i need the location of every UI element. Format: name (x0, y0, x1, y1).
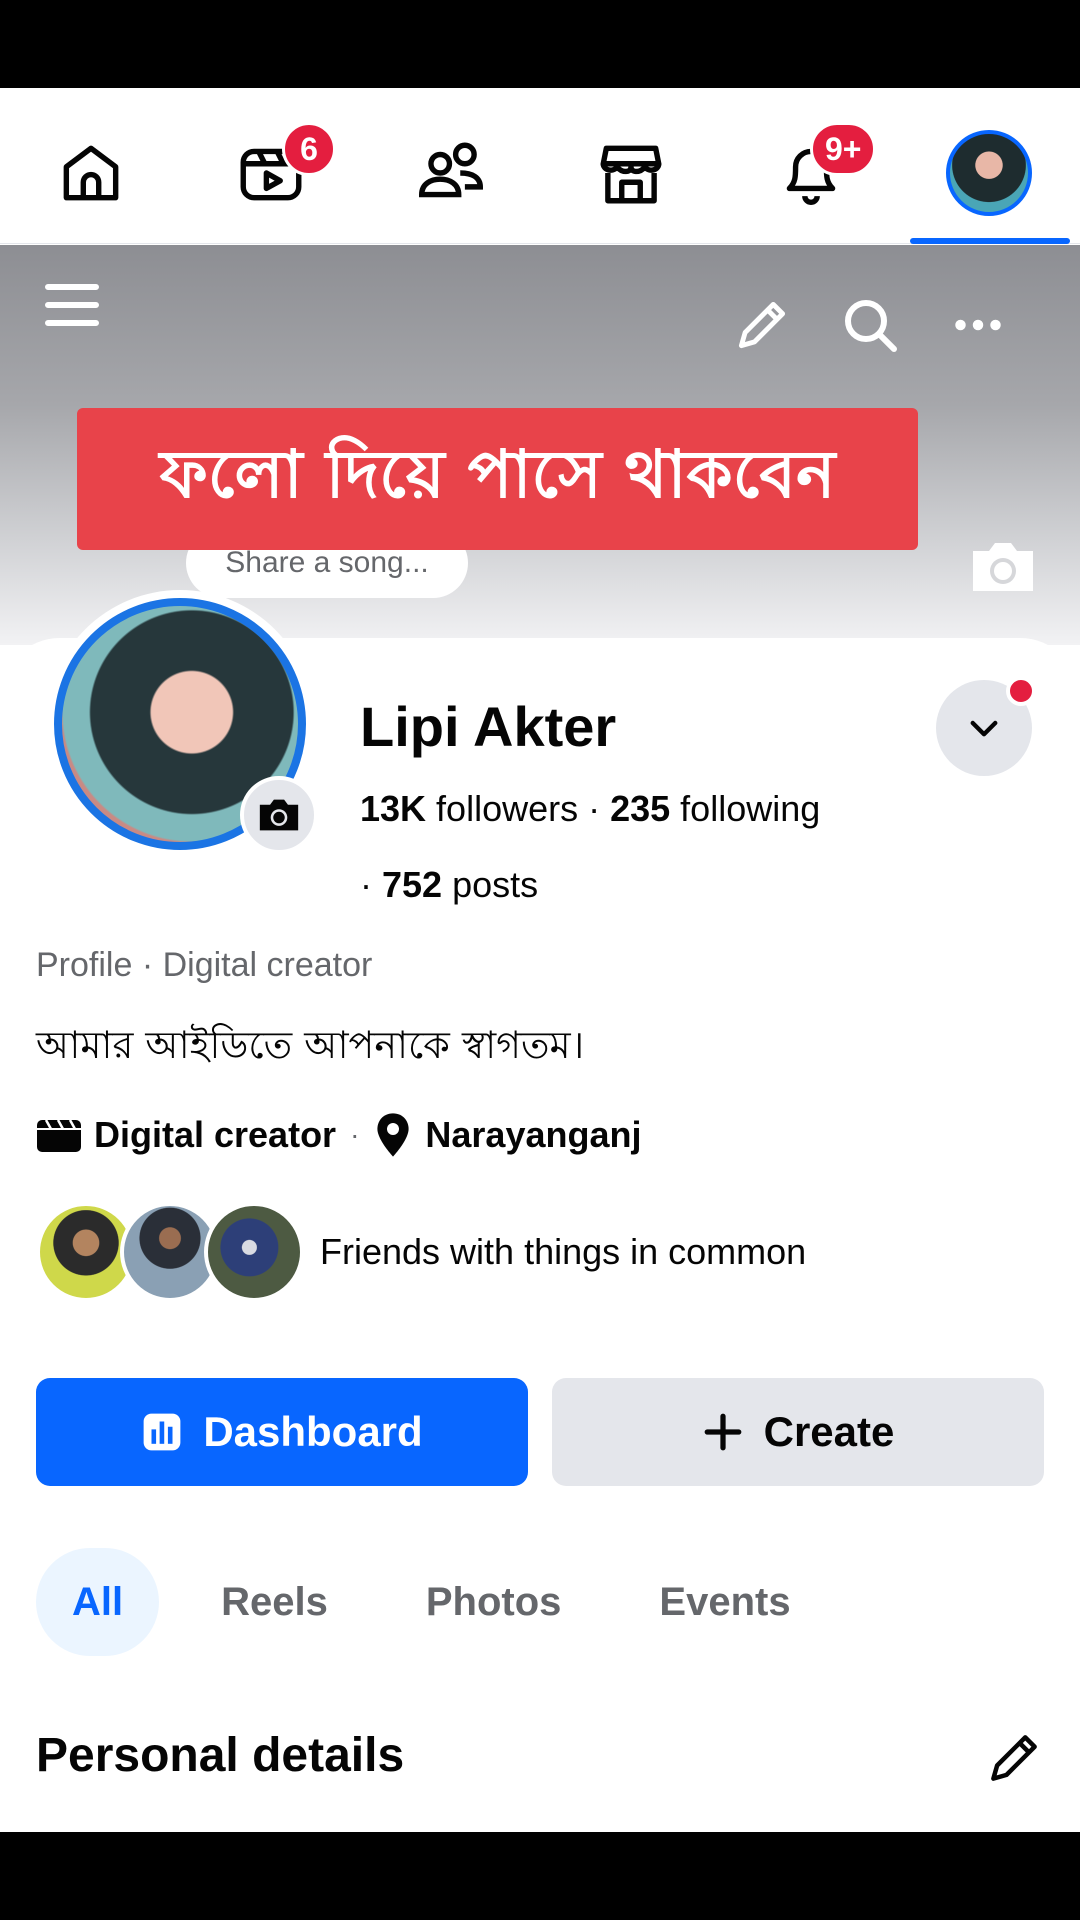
location-label[interactable]: Narayanganj (425, 1114, 641, 1156)
share-song-text: Share a song... (225, 546, 429, 579)
nav-profile[interactable] (944, 128, 1034, 218)
pencil-icon (991, 1735, 1037, 1781)
following-label[interactable]: following (670, 788, 820, 829)
nav-friends[interactable] (406, 128, 496, 218)
camera-icon (259, 799, 299, 831)
nav-notifications[interactable]: 9+ (766, 122, 877, 218)
plus-icon (704, 1413, 741, 1451)
tab-events[interactable]: Events (623, 1548, 826, 1656)
active-tab-indicator (910, 238, 1070, 244)
followers-count[interactable]: 13K (360, 788, 426, 829)
friends-icon (419, 142, 483, 198)
search-icon[interactable] (838, 293, 902, 357)
mutual-friends[interactable]: Friends with things in common (36, 1202, 806, 1302)
clapper-icon (37, 1119, 81, 1152)
marketplace-icon (600, 145, 662, 204)
location-pin-icon (377, 1113, 410, 1157)
profile-tabs: All Reels Photos Events (36, 1548, 853, 1656)
follow-stats: 13K followers · 235 following (360, 788, 820, 830)
profile-info-row: Digital creator · Narayanganj (36, 1110, 642, 1160)
nav-avatar (946, 130, 1032, 216)
posts-prefix: · (360, 864, 382, 905)
tab-all[interactable]: All (36, 1548, 160, 1656)
follow-banner: ফলো দিয়ে পাসে থাকবেন (77, 408, 918, 550)
create-label: Create (763, 1408, 895, 1455)
home-icon (63, 145, 119, 201)
menu-icon[interactable] (40, 273, 104, 337)
profile-category: Profile · Digital creator (36, 946, 373, 984)
profile-bio: আমার আইডিতে আপনাকে স্বাগতম। (36, 1023, 585, 1067)
nav-home[interactable] (46, 128, 136, 218)
dashboard-icon (143, 1413, 181, 1451)
nav-video[interactable]: 6 (226, 122, 336, 218)
followers-label[interactable]: followers · (426, 788, 610, 829)
personal-details-heading: Personal details (36, 1729, 405, 1782)
follow-banner-text: ফলো দিয়ে পাসে থাকবেন (159, 436, 836, 513)
chevron-down-icon (970, 720, 998, 737)
info-separator: · (350, 1119, 360, 1150)
creator-label: Digital creator (94, 1114, 337, 1155)
profile-screen: 6 9+ Share a song... ফলো দিয়ে পাসে থাকব… (0, 88, 1080, 1832)
friends-in-common-text: Friends with things in common (320, 1231, 807, 1272)
top-nav: 6 9+ (0, 88, 1080, 244)
profile-name: Lipi Akter (360, 695, 617, 758)
navigation-bar-area (0, 1832, 1080, 1920)
tab-photos[interactable]: Photos (390, 1548, 598, 1656)
edit-icon[interactable] (732, 295, 792, 355)
posts-label: posts (442, 864, 539, 905)
personal-details-edit-button[interactable] (984, 1728, 1044, 1788)
create-button[interactable]: Create (552, 1378, 1044, 1486)
nav-marketplace[interactable] (586, 128, 676, 218)
dashboard-label: Dashboard (203, 1408, 423, 1455)
profile-camera-button[interactable] (240, 776, 318, 854)
posts-stats: · 752 posts (360, 864, 538, 906)
status-bar-area (0, 0, 1080, 88)
cover-camera-icon[interactable] (967, 536, 1039, 598)
dashboard-button[interactable]: Dashboard (36, 1378, 528, 1486)
posts-count: 752 (382, 864, 443, 905)
notifications-badge: 9+ (810, 122, 877, 176)
options-notification-dot (1006, 676, 1036, 706)
tab-reels[interactable]: Reels (185, 1548, 364, 1656)
following-count[interactable]: 235 (610, 788, 670, 829)
friend-avatar (204, 1202, 304, 1302)
video-badge: 6 (282, 122, 336, 176)
more-icon[interactable] (950, 305, 1006, 345)
